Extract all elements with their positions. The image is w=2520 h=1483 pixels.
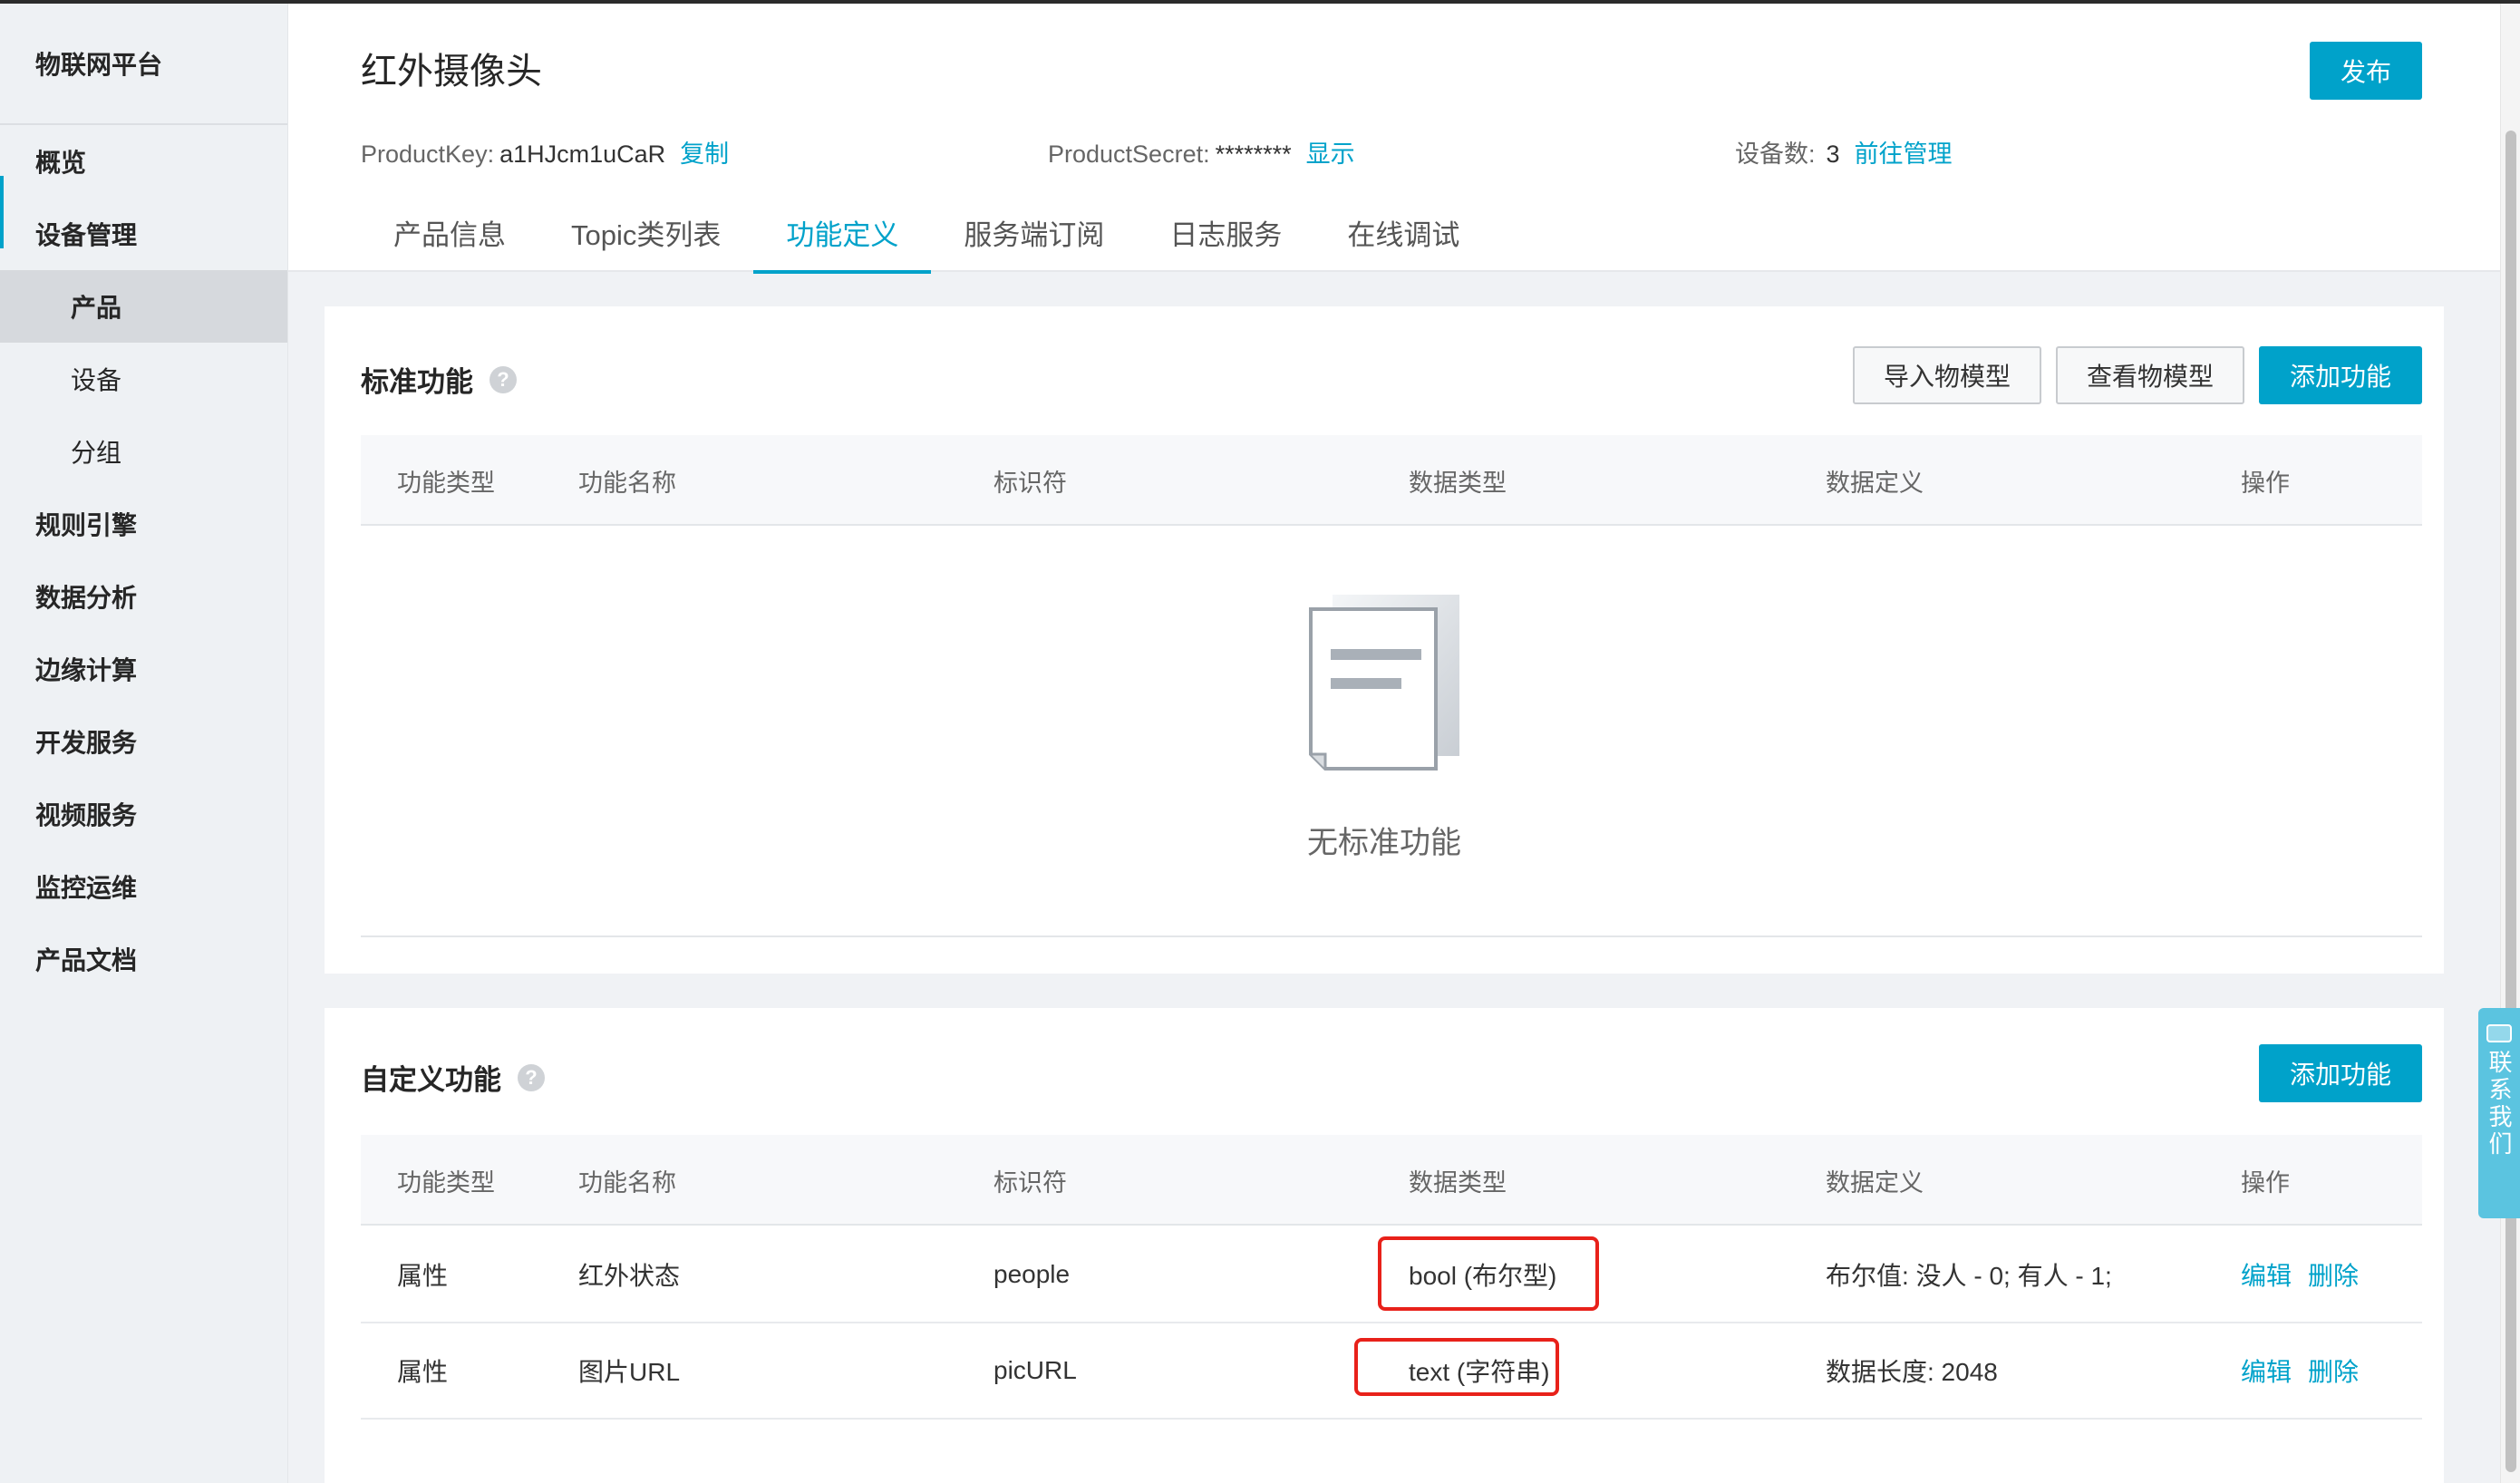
empty-document-icon [1309, 595, 1459, 771]
empty-state [325, 593, 2444, 779]
tab-topic-list[interactable]: Topic类列表 [538, 203, 753, 272]
row-function-type: 属性 [397, 1262, 449, 1290]
row-data-definition: 布尔值: 没人 - 0; 有人 - 1; [1826, 1262, 2112, 1290]
product-secret-value: ******** [1215, 141, 1292, 168]
product-secret-label: ProductSecret: [1048, 141, 1210, 168]
col-data-type: 数据类型 [1409, 1168, 1507, 1197]
row-function-name: 红外状态 [578, 1262, 681, 1290]
tab-server-subscription[interactable]: 服务端订阅 [931, 203, 1137, 272]
col-actions: 操作 [2241, 1168, 2290, 1197]
device-count-label: 设备数: [1735, 141, 1816, 168]
main-content: 红外摄像头 发布 ProductKey: a1HJcm1uCaR 复制 Produc… [288, 4, 2500, 1483]
sidebar-item-rule-engine[interactable]: 规则引擎 [0, 488, 287, 560]
col-data-type: 数据类型 [1409, 469, 1507, 497]
standard-functions-card: 标准功能 ? 导入物模型 查看物模型 添加功能 功能类型 功能名称 标识符 数据… [325, 306, 2444, 974]
help-icon[interactable]: ? [489, 365, 517, 393]
publish-button[interactable]: 发布 [2310, 42, 2422, 100]
divider [361, 935, 2422, 937]
manage-devices-link[interactable]: 前往管理 [1855, 141, 1953, 168]
page-scrollbar[interactable] [2500, 4, 2520, 1483]
contact-us-label: 联系我们 [2486, 1050, 2513, 1158]
sidebar-item-device-management[interactable]: 设备管理 [0, 198, 287, 270]
tab-product-info[interactable]: 产品信息 [361, 203, 538, 272]
row-function-name: 图片URL [578, 1358, 681, 1386]
col-actions: 操作 [2241, 469, 2290, 497]
standard-functions-title-text: 标准功能 [361, 366, 473, 398]
product-tabs: 产品信息 Topic类列表 功能定义 服务端订阅 日志服务 在线调试 [361, 203, 1492, 274]
custom-functions-card: 自定义功能 ? 添加功能 功能类型 功能名称 标识符 数据类型 数据定义 操作 … [325, 1008, 2444, 1483]
sidebar-item-device[interactable]: 设备 [0, 343, 287, 415]
row-actions: 编辑 删除 [2241, 1323, 2375, 1418]
view-model-button[interactable]: 查看物模型 [2056, 346, 2244, 404]
sidebar: 物联网平台 概览 设备管理 产品 设备 分组 规则引擎 数据分析 边缘计算 开发… [0, 4, 288, 1483]
sidebar-item-video-service[interactable]: 视频服务 [0, 778, 287, 850]
sidebar-item-product-docs[interactable]: 产品文档 [0, 923, 287, 995]
row-function-type: 属性 [397, 1358, 449, 1386]
sidebar-item-product[interactable]: 产品 [0, 270, 287, 343]
col-identifier: 标识符 [993, 1168, 1067, 1197]
product-header: 红外摄像头 发布 ProductKey: a1HJcm1uCaR 复制 Produc… [288, 4, 2500, 274]
import-model-button[interactable]: 导入物模型 [1853, 346, 2041, 404]
empty-state-text: 无标准功能 [1307, 826, 1461, 860]
add-standard-function-button[interactable]: 添加功能 [2259, 346, 2422, 404]
sidebar-title: 物联网平台 [0, 4, 287, 125]
edit-link[interactable]: 编辑 [2241, 1352, 2292, 1389]
add-custom-function-button[interactable]: 添加功能 [2259, 1044, 2422, 1102]
edit-link[interactable]: 编辑 [2241, 1256, 2292, 1293]
product-key-value: a1HJcm1uCaR [499, 141, 666, 168]
col-function-type: 功能类型 [397, 469, 495, 497]
product-secret-info: ProductSecret: ******** 显示 [1048, 134, 1355, 170]
col-function-name: 功能名称 [578, 469, 676, 497]
col-function-type: 功能类型 [397, 1168, 495, 1197]
delete-link[interactable]: 删除 [2308, 1352, 2359, 1389]
tab-function-definition[interactable]: 功能定义 [753, 203, 932, 274]
sidebar-item-edge-computing[interactable]: 边缘计算 [0, 633, 287, 705]
help-icon[interactable]: ? [518, 1063, 545, 1091]
tab-online-debug[interactable]: 在线调试 [1314, 203, 1492, 272]
custom-functions-title-text: 自定义功能 [361, 1064, 501, 1096]
scrollbar-thumb[interactable] [2505, 131, 2516, 1472]
row-identifier: picURL [993, 1356, 1077, 1384]
product-key-label: ProductKey: [361, 141, 495, 168]
device-count-info: 设备数: 3 前往管理 [1735, 134, 1953, 170]
row-data-definition: 数据长度: 2048 [1826, 1358, 1998, 1386]
show-secret-link[interactable]: 显示 [1306, 141, 1355, 168]
contact-us-button[interactable]: 联系我们 [2478, 1008, 2520, 1218]
highlight-box-bool [1378, 1236, 1599, 1311]
col-data-definition: 数据定义 [1826, 469, 1924, 497]
highlight-box-text [1354, 1338, 1559, 1396]
delete-link[interactable]: 删除 [2308, 1256, 2359, 1293]
sidebar-item-dev-service[interactable]: 开发服务 [0, 705, 287, 778]
standard-table-header: 功能类型 功能名称 标识符 数据类型 数据定义 操作 [361, 435, 2422, 526]
tab-log-service[interactable]: 日志服务 [1137, 203, 1314, 272]
custom-functions-title: 自定义功能 ? [361, 1057, 545, 1098]
product-key-info: ProductKey: a1HJcm1uCaR 复制 [361, 134, 729, 170]
page-title: 红外摄像头 [361, 52, 542, 92]
col-identifier: 标识符 [993, 469, 1067, 497]
sidebar-item-overview[interactable]: 概览 [0, 125, 287, 198]
sidebar-item-group[interactable]: 分组 [0, 415, 287, 488]
standard-functions-title: 标准功能 ? [361, 359, 517, 400]
device-count-value: 3 [1826, 141, 1840, 168]
col-function-name: 功能名称 [578, 1168, 676, 1197]
row-identifier: people [993, 1260, 1071, 1288]
copy-link[interactable]: 复制 [680, 141, 729, 168]
row-actions: 编辑 删除 [2241, 1227, 2375, 1322]
custom-table-header: 功能类型 功能名称 标识符 数据类型 数据定义 操作 [361, 1135, 2422, 1226]
chat-icon [2486, 1024, 2512, 1042]
sidebar-item-monitoring[interactable]: 监控运维 [0, 850, 287, 923]
sidebar-item-data-analysis[interactable]: 数据分析 [0, 560, 287, 633]
col-data-definition: 数据定义 [1826, 1168, 1924, 1197]
